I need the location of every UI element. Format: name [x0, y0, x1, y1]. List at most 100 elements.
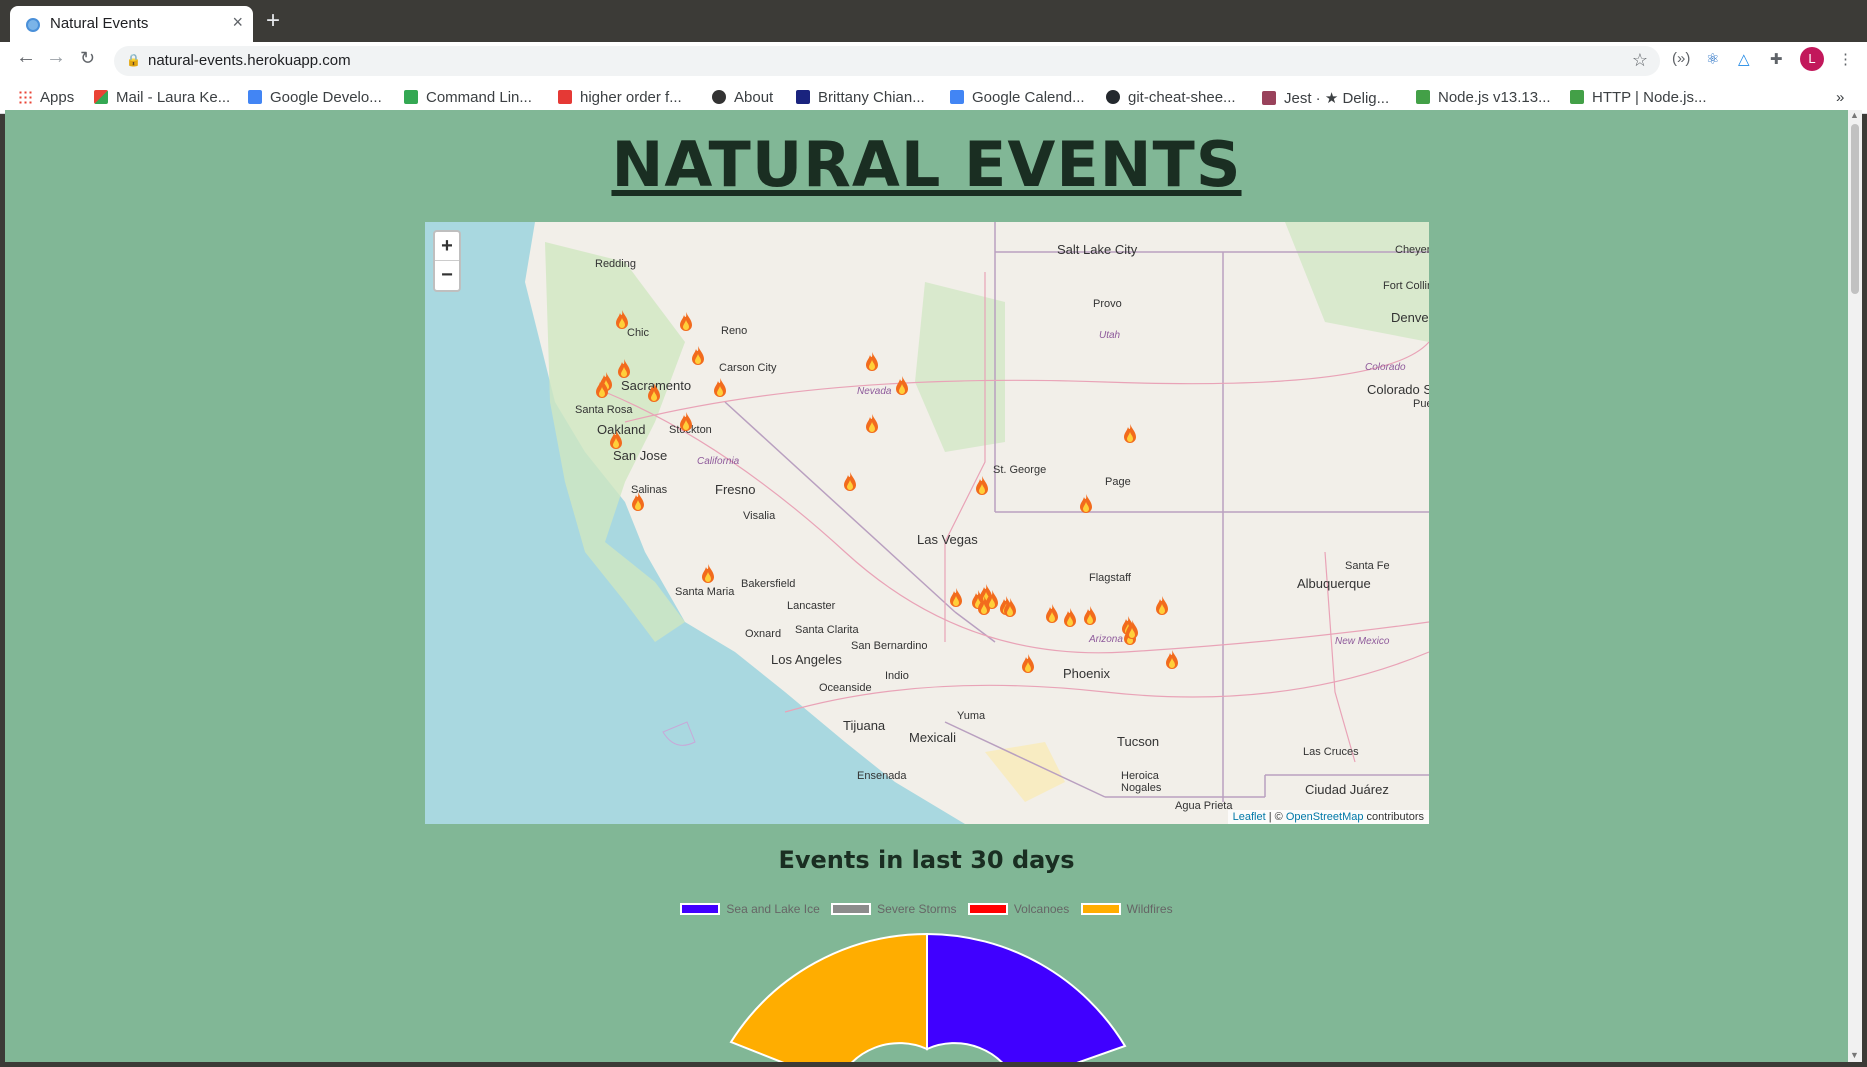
bookmark-nodejs[interactable]: Node.js v13.13...: [1416, 89, 1551, 106]
zoom-in-button[interactable]: +: [435, 232, 459, 261]
city-label: Visalia: [743, 510, 776, 522]
legend-item[interactable]: Wildfires: [1080, 902, 1173, 916]
city-label: Las Vegas: [917, 532, 978, 547]
menu-icon[interactable]: ⋮: [1838, 50, 1853, 68]
osm-link[interactable]: OpenStreetMap: [1286, 811, 1364, 823]
fire-icon[interactable]: [1165, 650, 1179, 670]
fire-icon[interactable]: [1063, 608, 1077, 628]
city-label: Oceanside: [819, 682, 872, 694]
bookmark-google-developers[interactable]: Google Develo...: [248, 89, 382, 106]
fire-icon[interactable]: [985, 590, 999, 610]
bookmark-google-calendar[interactable]: Google Calend...: [950, 89, 1085, 106]
browser-window: Natural Events × + ← → ↻ 🔒 natural-event…: [0, 0, 1867, 1067]
scrollbar-thumb[interactable]: [1851, 124, 1859, 294]
tab-natural-events[interactable]: Natural Events ×: [10, 6, 253, 42]
fire-icon[interactable]: [1155, 596, 1169, 616]
fire-icon[interactable]: [647, 383, 661, 403]
fire-icon[interactable]: [701, 564, 715, 584]
scroll-down-icon[interactable]: ▼: [1850, 1050, 1859, 1060]
page-scrollbar[interactable]: ▲ ▼: [1848, 110, 1862, 1062]
extension-icon[interactable]: (»): [1672, 50, 1690, 67]
bookmark-label: Google Calend...: [972, 89, 1085, 106]
fire-icon[interactable]: [691, 346, 705, 366]
nodejs-icon: [1570, 90, 1584, 104]
bookmark-mail[interactable]: Mail - Laura Ke...: [94, 89, 230, 106]
fire-icon[interactable]: [595, 379, 609, 399]
state-label: Utah: [1099, 330, 1121, 341]
slice-wildfires[interactable]: [729, 932, 928, 1062]
fire-icon[interactable]: [617, 359, 631, 379]
fire-icon[interactable]: [975, 476, 989, 496]
reload-icon[interactable]: ↻: [80, 48, 95, 69]
city-label: Carson City: [719, 362, 777, 374]
slice-sea-and-lake-ice[interactable]: [926, 932, 1127, 1062]
fire-icon[interactable]: [615, 310, 629, 330]
fire-icon[interactable]: [1083, 606, 1097, 626]
fire-icon[interactable]: [679, 412, 693, 432]
city-label: Flagstaff: [1089, 572, 1131, 584]
bookmark-label: Command Lin...: [426, 89, 532, 106]
jest-icon: [1262, 91, 1276, 105]
close-tab-icon[interactable]: ×: [232, 12, 243, 33]
city-label: Ensenada: [857, 770, 907, 782]
address-bar[interactable]: 🔒 natural-events.herokuapp.com ☆: [114, 46, 1660, 76]
fire-icon[interactable]: [1079, 494, 1093, 514]
city-label: Page: [1105, 476, 1131, 488]
fire-icon[interactable]: [609, 430, 623, 450]
mail-icon: [94, 90, 108, 104]
bookmark-label: Node.js v13.13...: [1438, 89, 1551, 106]
new-tab-button[interactable]: +: [266, 7, 280, 35]
bookmark-label: Brittany Chian...: [818, 89, 925, 106]
avatar[interactable]: L: [1800, 47, 1824, 71]
legend-label: Volcanoes: [1013, 902, 1070, 916]
events-map[interactable]: + − Salt Lake City Redding Provo Fort Co…: [425, 222, 1429, 824]
bookmark-http-nodejs[interactable]: HTTP | Node.js...: [1570, 89, 1707, 106]
city-label: Santa Maria: [675, 586, 735, 598]
city-label: Provo: [1093, 298, 1122, 310]
react-devtools-icon[interactable]: ⚛: [1706, 50, 1719, 68]
bookmark-star-icon[interactable]: ☆: [1632, 50, 1648, 71]
url-text[interactable]: natural-events.herokuapp.com: [148, 52, 351, 69]
bookmark-brittany[interactable]: Brittany Chian...: [796, 89, 925, 106]
fire-icon[interactable]: [1021, 654, 1035, 674]
legend-item[interactable]: Volcanoes: [967, 902, 1070, 916]
bookmark-label: higher order f...: [580, 89, 682, 106]
city-label: Heroica Nogales: [1121, 770, 1162, 794]
fire-icon[interactable]: [949, 588, 963, 608]
zoom-out-button[interactable]: −: [435, 261, 459, 290]
bookmark-about[interactable]: About: [712, 89, 773, 106]
fire-icon[interactable]: [843, 472, 857, 492]
fire-icon[interactable]: [679, 312, 693, 332]
fire-icon[interactable]: [631, 492, 645, 512]
island: [662, 721, 696, 746]
map-attribution: Leaflet | © OpenStreetMap contributors: [1227, 810, 1429, 824]
bookmark-git-cheat-sheet[interactable]: git-cheat-shee...: [1106, 89, 1236, 106]
fire-icon[interactable]: [865, 414, 879, 434]
city-label: Albuquerque: [1297, 576, 1371, 591]
fire-icon[interactable]: [1125, 620, 1139, 640]
bookmark-command-line[interactable]: Command Lin...: [404, 89, 532, 106]
legend-item[interactable]: Sea and Lake Ice: [680, 902, 820, 916]
fire-icon[interactable]: [895, 376, 909, 396]
fire-icon[interactable]: [1003, 598, 1017, 618]
scroll-up-icon[interactable]: ▲: [1850, 110, 1859, 120]
legend-item[interactable]: Severe Storms: [831, 902, 957, 916]
fire-icon[interactable]: [713, 378, 727, 398]
bookmark-apps[interactable]: Apps: [18, 89, 74, 106]
legend-swatch: [967, 903, 1008, 915]
fire-icon[interactable]: [1045, 604, 1059, 624]
legend-label: Sea and Lake Ice: [726, 902, 820, 916]
city-label: Tucson: [1117, 734, 1160, 749]
fire-icon[interactable]: [1123, 424, 1137, 444]
back-icon[interactable]: ←: [16, 46, 36, 69]
bookmark-higher-order[interactable]: higher order f...: [558, 89, 682, 106]
forward-icon[interactable]: →: [46, 46, 66, 69]
bookmarks-bar: Apps Mail - Laura Ke... Google Develo...…: [0, 80, 1867, 114]
bookmarks-overflow-icon[interactable]: »: [1836, 89, 1844, 106]
city-label: Cheyen: [1395, 244, 1429, 256]
drive-icon[interactable]: △: [1738, 50, 1750, 68]
fire-icon[interactable]: [865, 352, 879, 372]
bookmark-jest[interactable]: Jest · ★ Delig...: [1262, 89, 1389, 107]
puzzle-icon[interactable]: ✚: [1770, 50, 1783, 68]
leaflet-link[interactable]: Leaflet: [1233, 811, 1266, 823]
